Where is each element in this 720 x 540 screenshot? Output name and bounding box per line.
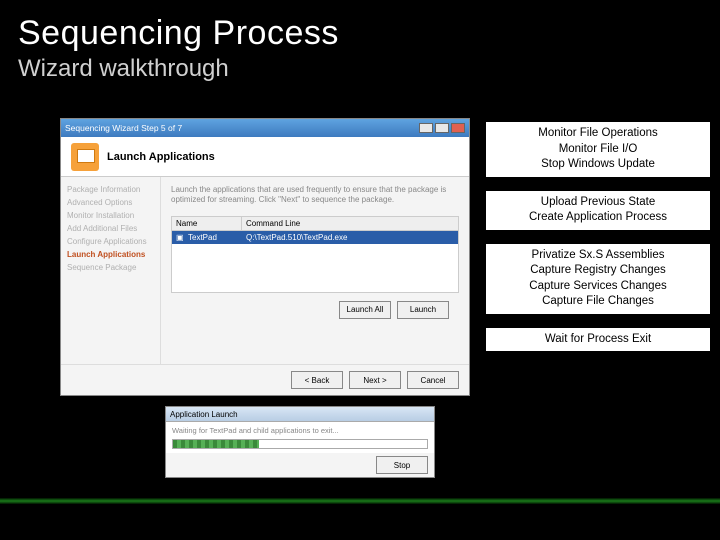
side-item-6: Sequence Package bbox=[65, 261, 156, 274]
launch-dialog: Application Launch Waiting for TextPad a… bbox=[165, 406, 435, 478]
progress-fill bbox=[173, 440, 259, 448]
launch-all-button[interactable]: Launch All bbox=[339, 301, 391, 319]
titlebar-buttons bbox=[419, 123, 465, 133]
wizard-window: Sequencing Wizard Step 5 of 7 Launch App… bbox=[60, 118, 470, 396]
progress-bar bbox=[172, 439, 428, 449]
wizard-main: Launch the applications that are used fr… bbox=[161, 177, 469, 364]
grid-body: ▣ TextPad Q:\TextPad.510\TextPad.exe bbox=[171, 231, 459, 293]
side-item-1: Advanced Options bbox=[65, 196, 156, 209]
row-name: TextPad bbox=[184, 231, 242, 244]
note-3: Privatize Sx.S AssembliesCapture Registr… bbox=[486, 244, 710, 314]
note-4: Wait for Process Exit bbox=[486, 328, 710, 352]
cancel-button[interactable]: Cancel bbox=[407, 371, 459, 389]
wizard-nav-buttons: < Back Next > Cancel bbox=[61, 364, 469, 395]
right-column: Monitor File OperationsMonitor File I/OS… bbox=[480, 118, 720, 494]
note-2: Upload Previous StateCreate Application … bbox=[486, 191, 710, 230]
launch-button[interactable]: Launch bbox=[397, 301, 449, 319]
slide-title: Sequencing Process bbox=[0, 0, 720, 53]
next-button[interactable]: Next > bbox=[349, 371, 401, 389]
side-item-4: Configure Applications bbox=[65, 235, 156, 248]
minimize-button[interactable] bbox=[419, 123, 433, 133]
wizard-side-nav: Package Information Advanced Options Mon… bbox=[61, 177, 161, 364]
back-button[interactable]: < Back bbox=[291, 371, 343, 389]
launch-dialog-buttons: Stop bbox=[166, 453, 434, 477]
stop-button[interactable]: Stop bbox=[376, 456, 428, 474]
slide-subtitle: Wizard walkthrough bbox=[0, 53, 720, 95]
col-cmd: Command Line bbox=[242, 217, 458, 230]
side-item-2: Monitor Installation bbox=[65, 209, 156, 222]
grid-row-selected[interactable]: ▣ TextPad Q:\TextPad.510\TextPad.exe bbox=[172, 231, 458, 244]
col-name: Name bbox=[172, 217, 242, 230]
content-area: Sequencing Wizard Step 5 of 7 Launch App… bbox=[0, 118, 720, 494]
launch-buttons: Launch All Launch bbox=[171, 301, 459, 325]
wizard-description: Launch the applications that are used fr… bbox=[171, 185, 459, 206]
launch-dialog-body: Waiting for TextPad and child applicatio… bbox=[166, 422, 434, 453]
side-item-5: Launch Applications bbox=[65, 248, 156, 261]
footer-divider bbox=[0, 498, 720, 504]
maximize-button[interactable] bbox=[435, 123, 449, 133]
close-button[interactable] bbox=[451, 123, 465, 133]
grid-header: Name Command Line bbox=[171, 216, 459, 231]
note-1: Monitor File OperationsMonitor File I/OS… bbox=[486, 122, 710, 177]
wizard-window-title: Sequencing Wizard Step 5 of 7 bbox=[65, 123, 182, 133]
package-icon bbox=[71, 143, 99, 171]
launch-dialog-message: Waiting for TextPad and child applicatio… bbox=[172, 426, 339, 435]
banner-title: Launch Applications bbox=[107, 151, 215, 163]
left-column: Sequencing Wizard Step 5 of 7 Launch App… bbox=[0, 118, 480, 494]
wizard-body: Package Information Advanced Options Mon… bbox=[61, 177, 469, 364]
launch-dialog-title: Application Launch bbox=[166, 407, 434, 422]
side-item-0: Package Information bbox=[65, 183, 156, 196]
row-cmd: Q:\TextPad.510\TextPad.exe bbox=[242, 231, 458, 244]
wizard-banner: Launch Applications bbox=[61, 137, 469, 177]
side-item-3: Add Additional Files bbox=[65, 222, 156, 235]
wizard-titlebar: Sequencing Wizard Step 5 of 7 bbox=[61, 119, 469, 137]
app-icon: ▣ bbox=[172, 231, 184, 244]
